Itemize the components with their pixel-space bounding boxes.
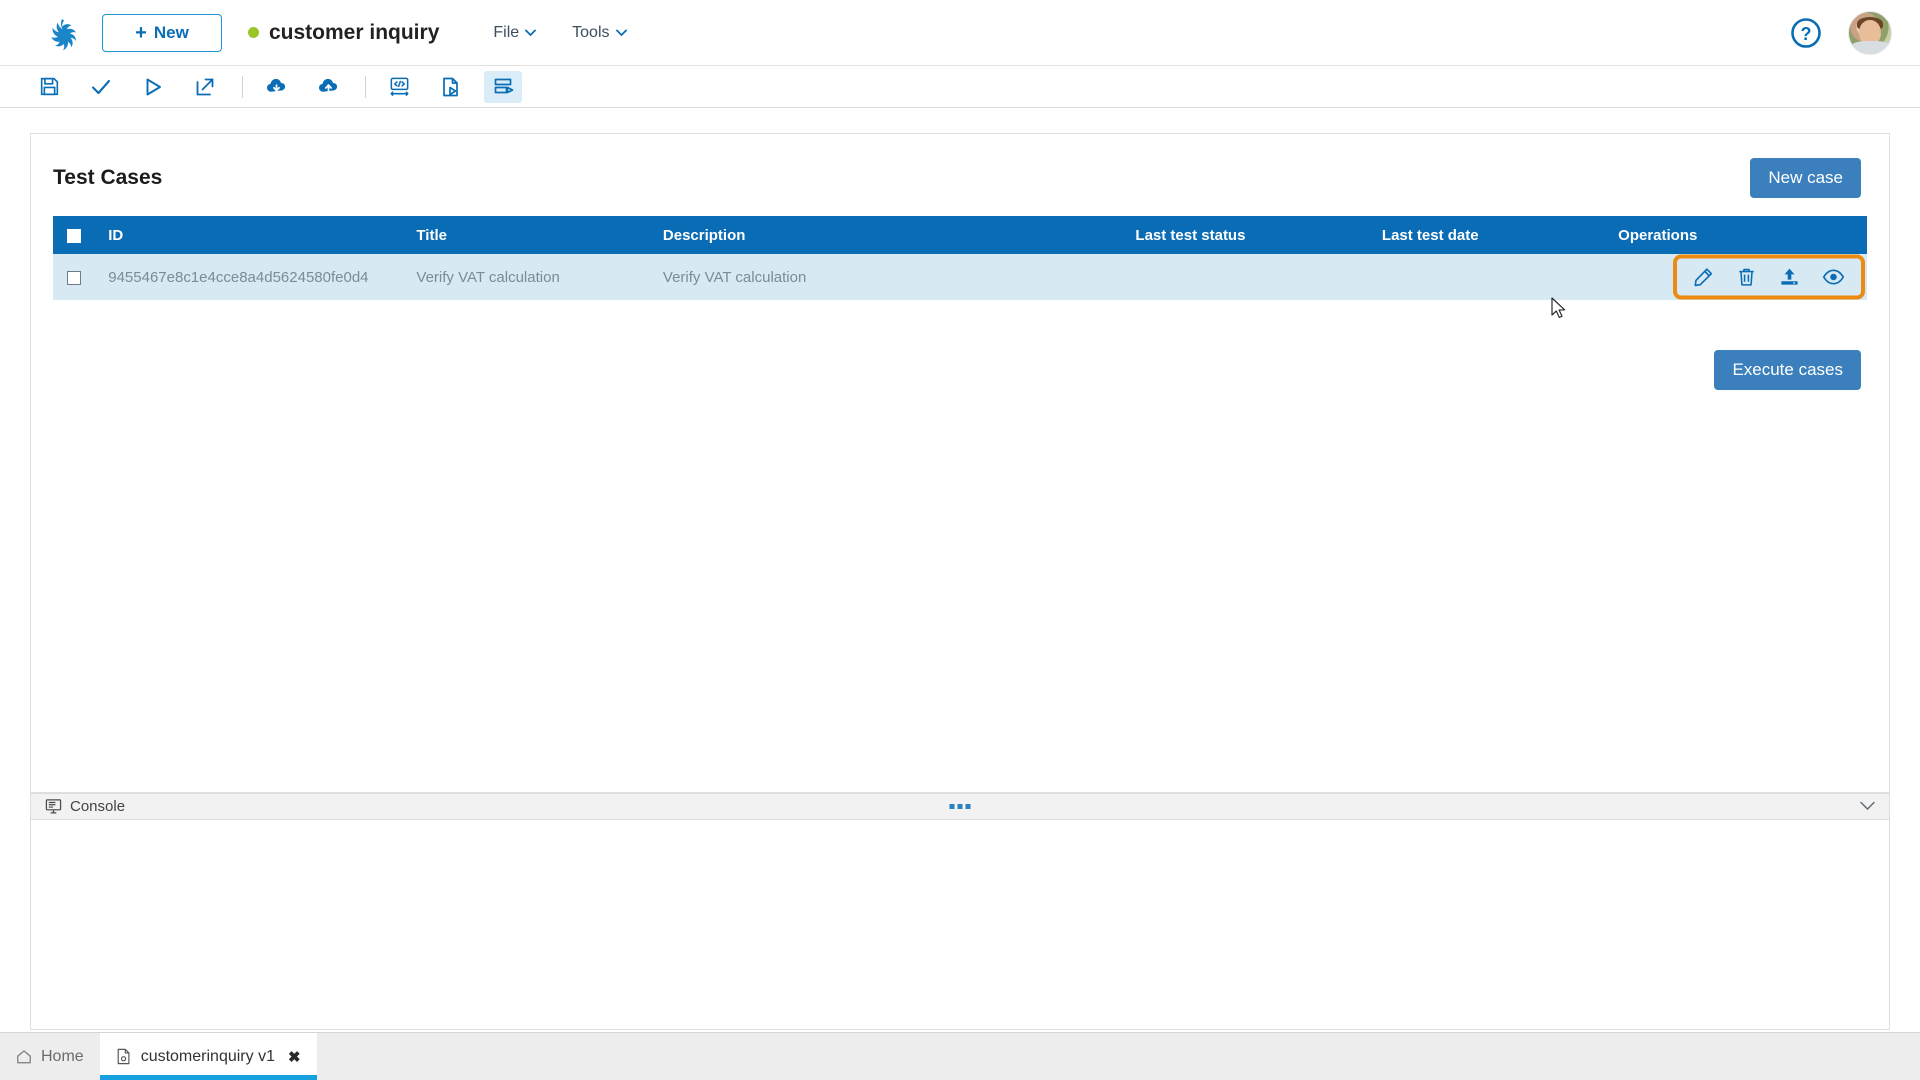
help-circle-icon[interactable]: ? <box>1790 17 1822 49</box>
cell-operations <box>1610 254 1867 300</box>
cell-title: Verify VAT calculation <box>408 254 655 300</box>
menu-tools-label: Tools <box>572 24 609 42</box>
tab-home-label: Home <box>41 1048 84 1066</box>
svg-text:?: ? <box>1801 24 1812 44</box>
tab-home[interactable]: Home <box>0 1033 100 1080</box>
console-bar[interactable]: Console <box>30 793 1890 820</box>
bottom-tab-bar: Home customerinquiry v1 ✖ <box>0 1032 1920 1080</box>
operations-group-highlight <box>1673 255 1865 300</box>
cell-last-test-status <box>1127 254 1374 300</box>
handle-dot <box>950 804 955 809</box>
cell-description: Verify VAT calculation <box>655 254 1128 300</box>
table-header: ID Title Description Last test status La… <box>53 216 1867 254</box>
header-last-test-status[interactable]: Last test status <box>1127 216 1374 254</box>
code-view-icon[interactable] <box>380 71 418 103</box>
header-title[interactable]: Title <box>408 216 655 254</box>
console-resize-handle[interactable] <box>950 804 971 809</box>
header-description[interactable]: Description <box>655 216 1128 254</box>
document-title: customer inquiry <box>248 21 439 45</box>
cloud-upload-icon[interactable] <box>309 71 347 103</box>
file-gear-icon <box>116 1048 132 1065</box>
avatar-shirt <box>1851 41 1891 54</box>
cloud-download-icon[interactable] <box>257 71 295 103</box>
tab-customerinquiry-v1[interactable]: customerinquiry v1 ✖ <box>100 1033 317 1080</box>
top-bar: + New customer inquiry File Tools ? <box>0 0 1920 66</box>
upload-icon[interactable] <box>1779 267 1800 288</box>
header-operations: Operations <box>1610 216 1867 254</box>
mouse-cursor <box>1551 297 1568 325</box>
table-header-row: ID Title Description Last test status La… <box>53 216 1867 254</box>
chevron-down-icon <box>616 29 627 37</box>
handle-dot <box>966 804 971 809</box>
plus-icon: + <box>135 23 147 43</box>
save-icon[interactable] <box>30 71 68 103</box>
select-all-checkbox[interactable] <box>67 229 81 243</box>
menu-tools[interactable]: Tools <box>572 24 626 42</box>
header-select-all <box>53 216 100 254</box>
cell-last-test-date <box>1374 254 1610 300</box>
new-button-label: New <box>154 23 189 43</box>
table-row[interactable]: 9455467e8c1e4cce8a4d5624580fe0d4 Verify … <box>53 254 1867 300</box>
menu-file[interactable]: File <box>493 24 536 42</box>
test-cases-table-wrapper: ID Title Description Last test status La… <box>31 198 1889 300</box>
user-avatar[interactable] <box>1848 11 1892 55</box>
test-cases-panel: Test Cases New case ID Title Description… <box>30 133 1890 793</box>
test-cases-stack-icon[interactable] <box>484 71 522 103</box>
top-bar-right: ? <box>1790 11 1892 55</box>
menu-file-label: File <box>493 24 519 42</box>
console-monitor-icon <box>45 798 62 815</box>
home-icon <box>16 1049 32 1065</box>
delete-trash-icon[interactable] <box>1736 267 1757 288</box>
console-output-area <box>30 820 1890 1030</box>
export-external-link-icon[interactable] <box>186 71 224 103</box>
row-select-cell <box>53 254 100 300</box>
table-body: 9455467e8c1e4cce8a4d5624580fe0d4 Verify … <box>53 254 1867 300</box>
run-play-icon[interactable] <box>134 71 172 103</box>
console-label-group: Console <box>45 798 125 815</box>
cell-id: 9455467e8c1e4cce8a4d5624580fe0d4 <box>100 254 408 300</box>
page-title: Test Cases <box>53 166 162 190</box>
menu-bar: File Tools <box>493 24 626 42</box>
document-title-text: customer inquiry <box>269 21 439 45</box>
panel-header: Test Cases New case <box>31 134 1889 198</box>
handle-dot <box>958 804 963 809</box>
separator-2 <box>365 76 366 98</box>
header-last-test-date[interactable]: Last test date <box>1374 216 1610 254</box>
separator-1 <box>242 76 243 98</box>
status-dot-icon <box>248 27 259 38</box>
close-icon[interactable]: ✖ <box>288 1048 301 1066</box>
new-case-button[interactable]: New case <box>1750 158 1861 198</box>
execute-row: Execute cases <box>31 300 1889 390</box>
chevron-down-icon[interactable] <box>1860 798 1875 816</box>
execute-cases-button[interactable]: Execute cases <box>1714 350 1861 390</box>
edit-pencil-icon[interactable] <box>1693 267 1714 288</box>
console-label: Console <box>70 798 125 815</box>
header-id[interactable]: ID <box>100 216 408 254</box>
validate-check-icon[interactable] <box>82 71 120 103</box>
document-run-icon[interactable] <box>432 71 470 103</box>
chevron-down-icon <box>525 29 536 37</box>
app-logo-frog[interactable] <box>30 13 94 53</box>
icon-toolbar <box>0 66 1920 108</box>
tab-customerinquiry-label: customerinquiry v1 <box>141 1048 275 1066</box>
row-checkbox[interactable] <box>67 271 81 285</box>
new-button[interactable]: + New <box>102 14 222 52</box>
test-cases-table: ID Title Description Last test status La… <box>53 216 1867 300</box>
view-eye-icon[interactable] <box>1822 266 1845 289</box>
